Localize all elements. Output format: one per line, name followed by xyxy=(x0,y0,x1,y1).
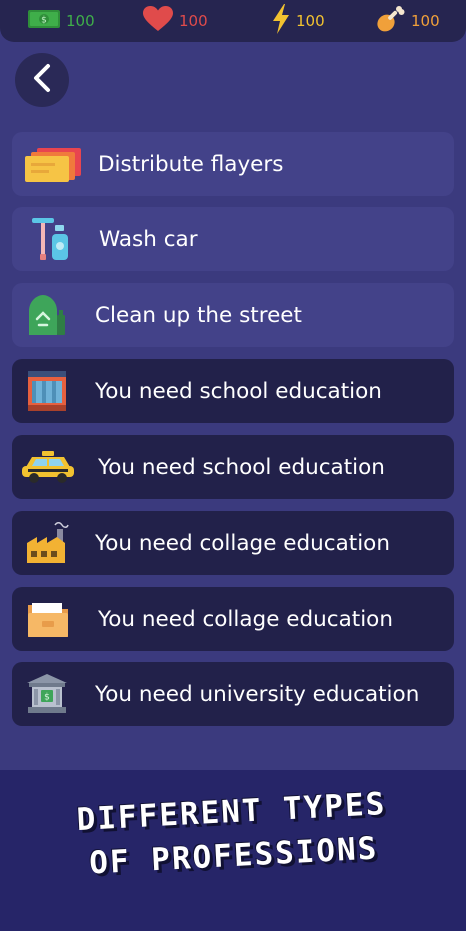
job-label: Wash car xyxy=(99,226,198,252)
food-value: 100 xyxy=(411,12,440,30)
job-label: You need university education xyxy=(95,681,420,707)
job-label: Clean up the street xyxy=(95,302,302,328)
job-row-office[interactable]: You need collage education xyxy=(12,587,454,651)
svg-text:$: $ xyxy=(41,16,47,26)
bank-icon: $ xyxy=(12,662,82,726)
job-label: You need school education xyxy=(98,454,385,480)
cash-icon: $ xyxy=(28,10,60,32)
cleaning-tools-icon xyxy=(12,207,87,271)
chicken-leg-icon xyxy=(375,4,405,38)
back-button[interactable] xyxy=(15,53,69,107)
factory-icon xyxy=(12,511,82,575)
job-label: You need collage education xyxy=(98,606,393,632)
food-stat: 100 xyxy=(375,0,440,42)
status-bar: $ 100 100 100 100 xyxy=(0,0,466,42)
svg-text:$: $ xyxy=(44,693,50,703)
chevron-left-icon xyxy=(31,63,53,97)
job-label: You need school education xyxy=(95,378,382,404)
job-row-taxi[interactable]: You need school education xyxy=(12,435,454,499)
recycling-bin-icon xyxy=(12,283,82,347)
lightning-icon xyxy=(272,4,290,38)
job-row-factory[interactable]: You need collage education xyxy=(12,511,454,575)
job-label: You need collage education xyxy=(95,530,390,556)
heart-icon xyxy=(143,6,173,36)
money-value: 100 xyxy=(66,12,95,30)
shop-icon xyxy=(12,359,82,423)
job-row-distribute-flayers[interactable]: Distribute flayers xyxy=(12,132,454,196)
health-stat: 100 xyxy=(143,0,208,42)
energy-stat: 100 xyxy=(272,0,325,42)
job-row-clean-street[interactable]: Clean up the street xyxy=(12,283,454,347)
energy-value: 100 xyxy=(296,12,325,30)
taxi-icon xyxy=(12,435,84,499)
health-value: 100 xyxy=(179,12,208,30)
job-row-shop[interactable]: You need school education xyxy=(12,359,454,423)
job-row-wash-car[interactable]: Wash car xyxy=(12,207,454,271)
folder-icon xyxy=(12,587,84,651)
tickets-icon xyxy=(12,132,94,196)
job-row-bank[interactable]: $ You need university education xyxy=(12,662,454,726)
money-stat: $ 100 xyxy=(28,0,95,42)
job-label: Distribute flayers xyxy=(98,151,284,177)
